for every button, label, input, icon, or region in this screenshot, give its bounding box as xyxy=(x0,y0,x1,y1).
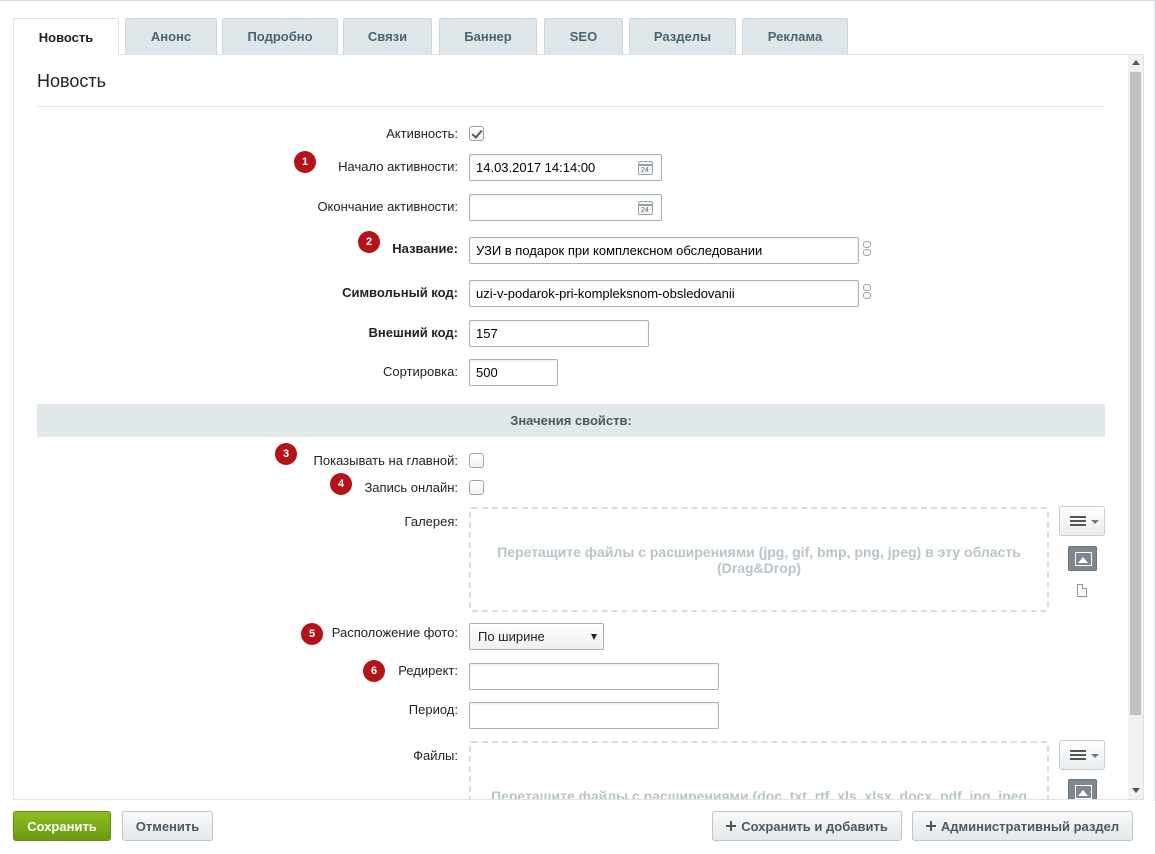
gallery-menu-button[interactable] xyxy=(1059,506,1105,536)
show-main-checkbox[interactable] xyxy=(469,453,484,468)
files-label: Файлы: xyxy=(413,748,458,763)
gallery-dropzone[interactable]: Перетащите файлы с расширениями (jpg, gi… xyxy=(469,507,1049,612)
external-code-input[interactable]: 157 xyxy=(469,320,649,347)
save-and-add-button[interactable]: Сохранить и добавить xyxy=(712,811,902,841)
redirect-label: Редирект: xyxy=(398,663,458,678)
files-menu-button[interactable] xyxy=(1059,740,1105,770)
callout-badge-6: 6 xyxy=(363,660,385,682)
chevron-down-icon xyxy=(1091,520,1099,524)
admin-section-label: Административный раздел xyxy=(940,818,1120,834)
photo-position-value: По ширине xyxy=(478,629,545,644)
image-upload-icon[interactable] xyxy=(1068,779,1097,799)
tab-links[interactable]: Связи xyxy=(343,18,432,54)
start-date-input[interactable]: 14.03.2017 14:14:00 24 xyxy=(469,154,662,181)
period-label: Период: xyxy=(408,702,458,717)
sort-value: 500 xyxy=(476,365,498,380)
active-label: Активность: xyxy=(386,126,458,141)
online-booking-label: Запись онлайн: xyxy=(364,480,458,495)
gallery-label: Галерея: xyxy=(404,514,458,529)
form-panel: Новость Активность: 1 Начало активности:… xyxy=(13,54,1144,800)
footer-toolbar: Сохранить Отменить Сохранить и добавить … xyxy=(0,801,1155,854)
start-date-label: Начало активности: xyxy=(338,159,458,174)
vertical-scrollbar[interactable] xyxy=(1128,55,1143,799)
online-booking-checkbox[interactable] xyxy=(469,480,484,495)
code-value: uzi-v-podarok-pri-kompleksnom-obsledovan… xyxy=(476,286,735,301)
title-divider xyxy=(37,106,1105,107)
plus-icon xyxy=(726,821,737,831)
tab-news[interactable]: Новость xyxy=(13,18,119,56)
callout-badge-3: 3 xyxy=(275,443,297,465)
menu-icon xyxy=(1070,516,1086,526)
file-icon[interactable] xyxy=(1077,584,1087,597)
scroll-up-arrow-icon[interactable] xyxy=(1132,60,1140,65)
cancel-button[interactable]: Отменить xyxy=(122,811,213,841)
files-dropzone[interactable]: Перетащите файлы с расширениями (doc, tx… xyxy=(469,741,1049,800)
properties-section-header: Значения свойств: xyxy=(37,404,1105,437)
external-code-value: 157 xyxy=(476,326,498,341)
tab-sections[interactable]: Разделы xyxy=(629,18,736,54)
save-and-add-label: Сохранить и добавить xyxy=(741,818,888,834)
dropdown-arrow-icon xyxy=(591,634,597,640)
sort-input[interactable]: 500 xyxy=(469,359,558,386)
tab-seo[interactable]: SEO xyxy=(544,18,623,54)
code-label: Символьный код: xyxy=(342,285,458,300)
tab-details[interactable]: Подробно xyxy=(222,18,338,54)
callout-badge-5: 5 xyxy=(301,623,323,645)
save-button[interactable]: Сохранить xyxy=(13,811,111,841)
admin-section-button[interactable]: Административный раздел xyxy=(912,811,1133,841)
gallery-drop-text: Перетащите файлы с расширениями (jpg, gi… xyxy=(497,543,1021,560)
end-date-input[interactable]: 24 xyxy=(469,194,662,221)
tab-announce[interactable]: Анонс xyxy=(125,18,217,54)
tab-ads[interactable]: Реклама xyxy=(742,18,848,54)
callout-badge-2: 2 xyxy=(358,231,380,253)
callout-badge-1: 1 xyxy=(294,151,316,173)
name-value: УЗИ в подарок при комплексном обследован… xyxy=(476,243,763,258)
menu-icon xyxy=(1070,750,1086,760)
external-code-label: Внешний код: xyxy=(368,325,458,340)
scroll-thumb[interactable] xyxy=(1130,72,1141,715)
callout-badge-4: 4 xyxy=(330,473,352,495)
calendar-icon[interactable]: 24 xyxy=(638,201,653,215)
page-title: Новость xyxy=(37,71,107,91)
translit-link-icon[interactable] xyxy=(862,241,872,261)
calendar-icon[interactable]: 24 xyxy=(638,161,653,175)
code-input[interactable]: uzi-v-podarok-pri-kompleksnom-obsledovan… xyxy=(469,280,859,307)
translit-link-icon[interactable] xyxy=(862,284,872,304)
sort-label: Сортировка: xyxy=(383,364,458,379)
plus-icon xyxy=(925,821,936,831)
editor-window: Новость Анонс Подробно Связи Баннер SEO … xyxy=(0,0,1155,854)
chevron-down-icon xyxy=(1091,754,1099,758)
name-input[interactable]: УЗИ в подарок при комплексном обследован… xyxy=(469,237,859,264)
photo-position-label: Расположение фото: xyxy=(331,625,458,640)
scroll-down-arrow-icon[interactable] xyxy=(1132,788,1140,793)
show-main-label: Показывать на главной: xyxy=(313,453,458,468)
period-input[interactable] xyxy=(469,702,719,729)
photo-position-select[interactable]: По ширине xyxy=(469,623,604,650)
files-drop-text: Перетащите файлы с расширениями (doc, tx… xyxy=(491,788,1027,800)
redirect-input[interactable] xyxy=(469,663,719,690)
name-label: Название: xyxy=(392,241,458,256)
active-checkbox[interactable] xyxy=(469,126,484,141)
gallery-drop-hint: (Drag&Drop) xyxy=(717,559,801,576)
end-date-label: Окончание активности: xyxy=(317,199,458,214)
tab-banner[interactable]: Баннер xyxy=(439,18,537,54)
image-upload-icon[interactable] xyxy=(1068,546,1097,571)
start-date-value: 14.03.2017 14:14:00 xyxy=(476,160,596,175)
